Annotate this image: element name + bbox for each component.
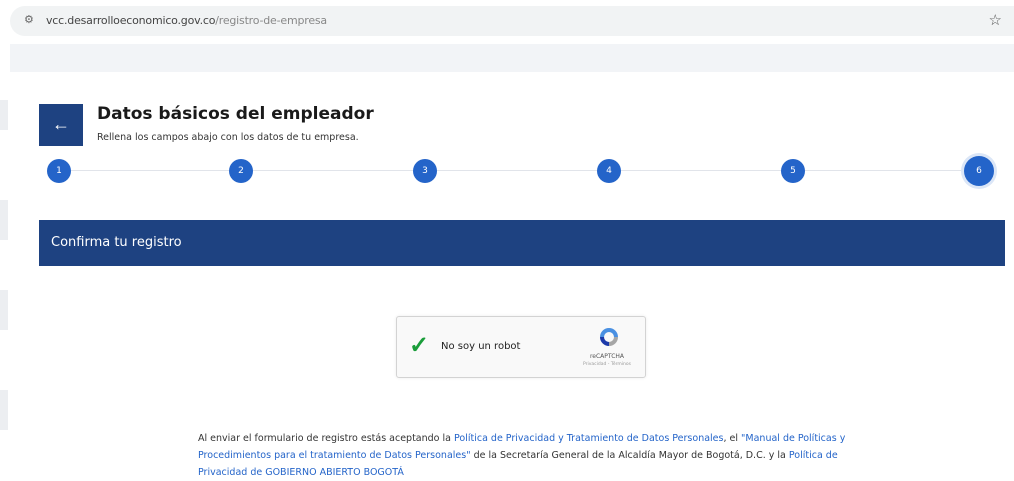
recaptcha-widget[interactable]: ✓ No soy un robot reCAPTCHA Privacidad -… [396, 316, 646, 378]
page-title: Datos básicos del empleador [97, 104, 374, 124]
step-5[interactable]: 5 [781, 159, 805, 183]
recaptcha-logo-icon [600, 328, 618, 346]
tune-icon[interactable]: ⚙ [24, 13, 38, 27]
stepper-line [60, 170, 980, 171]
step-6[interactable]: 6 [964, 156, 994, 186]
back-button[interactable]: ← [39, 104, 83, 146]
address-bar[interactable]: ⚙ vcc.desarrolloeconomico.gov.co/registr… [10, 6, 1014, 36]
step-4[interactable]: 4 [597, 159, 621, 183]
left-edge-mark [0, 290, 8, 330]
left-edge-mark [0, 390, 8, 430]
page-subtitle: Rellena los campos abajo con los datos d… [97, 132, 359, 143]
privacy-policy-link[interactable]: Política de Privacidad y Tratamiento de … [454, 433, 723, 444]
step-3[interactable]: 3 [413, 159, 437, 183]
arrow-left-icon: ← [52, 114, 70, 134]
page-top-band [10, 44, 1014, 72]
legal-notice: Al enviar el formulario de registro está… [198, 430, 878, 481]
confirm-section-header: Confirma tu registro [39, 220, 1005, 266]
legal-text: Al enviar el formulario de registro está… [198, 433, 454, 444]
star-icon[interactable]: ☆ [989, 11, 1002, 29]
legal-text: , el [723, 433, 742, 444]
recaptcha-label[interactable]: No soy un robot [441, 341, 520, 352]
recaptcha-brand: reCAPTCHA [589, 353, 625, 360]
url-path: /registro-de-empresa [215, 14, 327, 27]
legal-text: de la Secretaría General de la Alcaldía … [470, 450, 789, 461]
url-host: vcc.desarrolloeconomico.gov.co [46, 14, 216, 27]
step-2[interactable]: 2 [229, 159, 253, 183]
left-edge-mark [0, 100, 8, 130]
confirm-section-title: Confirma tu registro [51, 235, 182, 250]
step-1[interactable]: 1 [47, 159, 71, 183]
checkmark-icon[interactable]: ✓ [409, 331, 429, 360]
left-edge-mark [0, 200, 8, 240]
recaptcha-links[interactable]: Privacidad - Términos [569, 362, 645, 367]
url-text[interactable]: vcc.desarrolloeconomico.gov.co/registro-… [46, 14, 327, 27]
